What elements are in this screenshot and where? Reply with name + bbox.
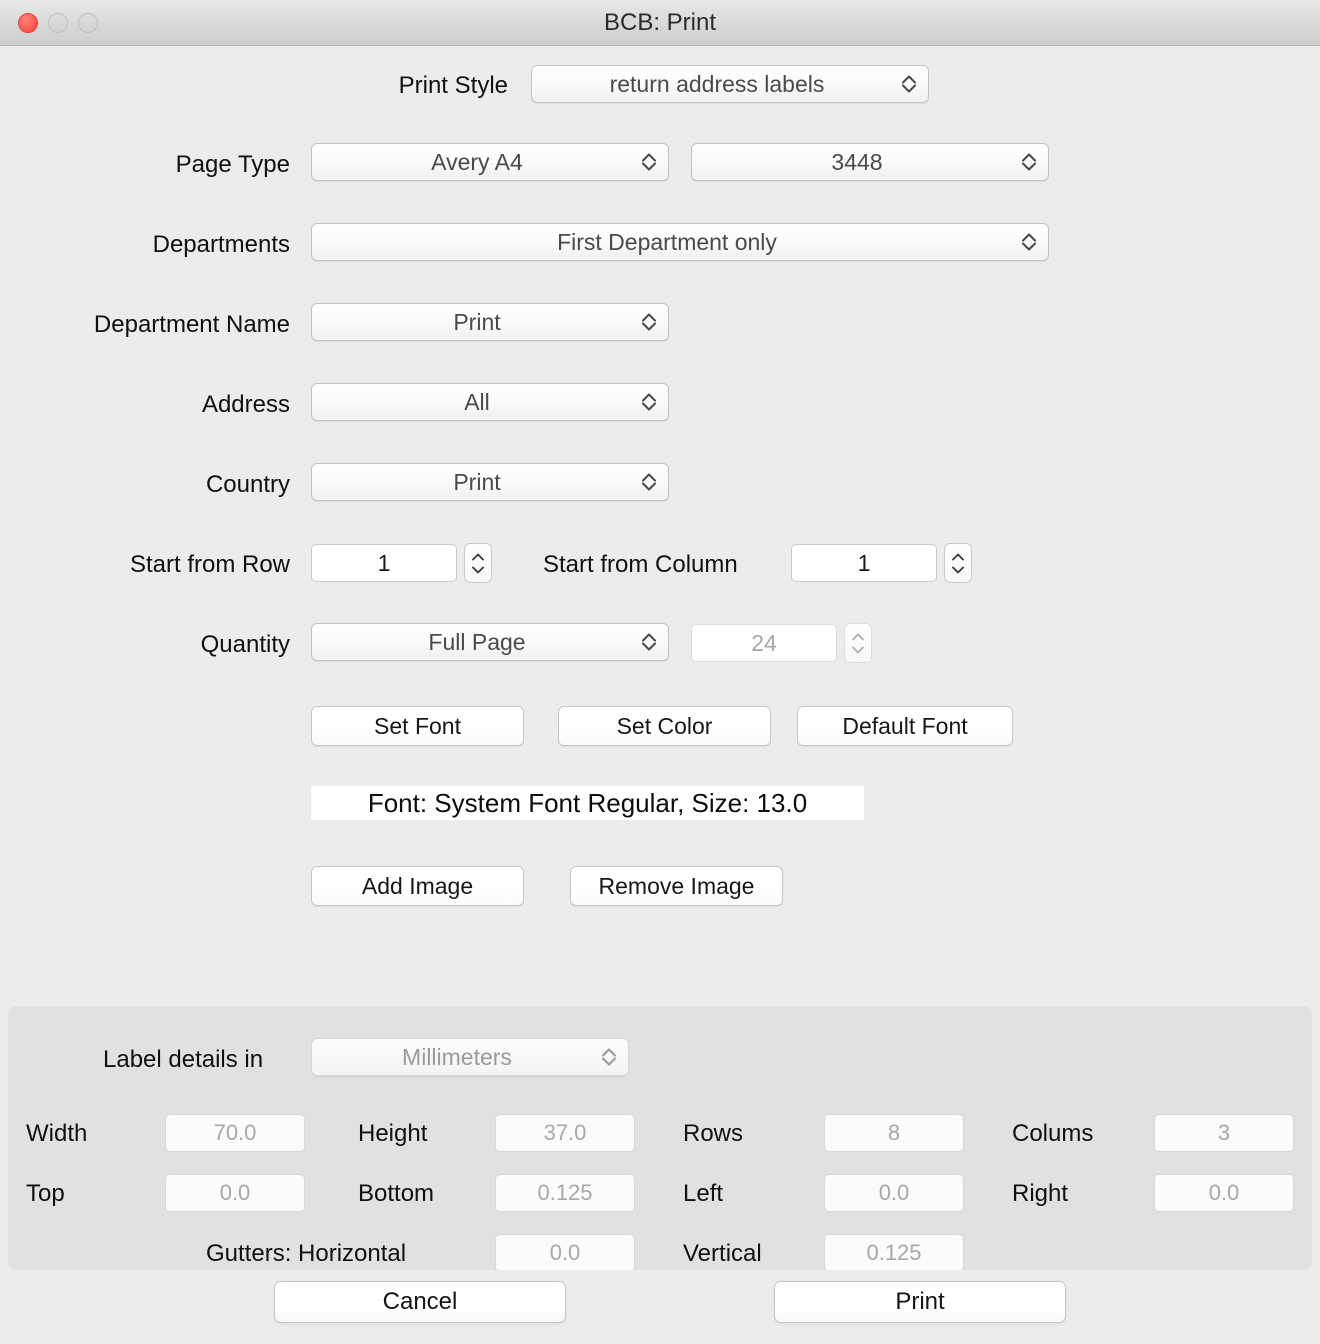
label-details-units-label: Label details in xyxy=(103,1046,264,1073)
start-from-row-input[interactable]: 1 xyxy=(311,544,457,582)
country-label: Country xyxy=(205,471,290,498)
quantity-mode-value: Full Page xyxy=(428,628,526,655)
address-value: All xyxy=(464,388,490,415)
quantity-count-input[interactable]: 24 xyxy=(691,624,837,662)
window-title: BCB: Print xyxy=(603,9,717,36)
start-from-row-stepper[interactable] xyxy=(464,543,492,583)
set-font-button[interactable]: Set Font xyxy=(311,706,524,746)
width-input[interactable]: 70.0 xyxy=(165,1114,305,1152)
start-from-row-label: Start from Row xyxy=(129,551,290,578)
gutters-vertical-input[interactable]: 0.125 xyxy=(824,1234,964,1270)
label-details-units-popup[interactable]: Millimeters xyxy=(311,1038,629,1076)
print-button[interactable]: Print xyxy=(774,1281,1066,1323)
departments-label: Departments xyxy=(152,231,290,258)
chevron-updown-icon xyxy=(1021,233,1037,251)
department-name-label: Department Name xyxy=(93,311,290,338)
bottom-margin-label: Bottom xyxy=(358,1180,435,1207)
gutters-vertical-label: Vertical xyxy=(683,1240,762,1267)
left-margin-label: Left xyxy=(683,1180,724,1207)
top-margin-label: Top xyxy=(26,1180,65,1207)
chevron-updown-icon xyxy=(641,473,657,491)
chevron-updown-icon xyxy=(641,313,657,331)
add-image-button[interactable]: Add Image xyxy=(311,866,524,906)
gutters-horizontal-input[interactable]: 0.0 xyxy=(495,1234,635,1270)
address-popup[interactable]: All xyxy=(311,383,669,421)
rows-input[interactable]: 8 xyxy=(824,1114,964,1152)
department-name-popup[interactable]: Print xyxy=(311,303,669,341)
font-status-label: Font: System Font Regular, Size: 13.0 xyxy=(311,786,864,820)
chevron-updown-icon xyxy=(641,153,657,171)
page-type-code-value: 3448 xyxy=(831,148,883,175)
print-style-label: Print Style xyxy=(398,72,508,99)
print-style-value: return address labels xyxy=(609,70,825,97)
chevron-updown-icon xyxy=(1021,153,1037,171)
width-label: Width xyxy=(26,1120,88,1147)
chevron-updown-icon xyxy=(641,633,657,651)
right-margin-input[interactable]: 0.0 xyxy=(1154,1174,1294,1212)
columns-label: Colums xyxy=(1012,1120,1094,1147)
default-font-button[interactable]: Default Font xyxy=(797,706,1013,746)
quantity-label: Quantity xyxy=(200,631,290,658)
cancel-button[interactable]: Cancel xyxy=(274,1281,566,1323)
page-type-brand-value: Avery A4 xyxy=(431,148,523,175)
page-type-label: Page Type xyxy=(175,151,290,178)
remove-image-button[interactable]: Remove Image xyxy=(570,866,783,906)
chevron-updown-icon xyxy=(641,393,657,411)
start-from-column-stepper[interactable] xyxy=(944,543,972,583)
print-style-popup[interactable]: return address labels xyxy=(531,65,929,103)
page-type-code-popup[interactable]: 3448 xyxy=(691,143,1049,181)
label-details-panel: Label details in Millimeters Width 70.0 … xyxy=(8,1006,1312,1270)
start-from-column-label: Start from Column xyxy=(543,551,738,578)
height-label: Height xyxy=(358,1120,428,1147)
rows-label: Rows xyxy=(683,1120,744,1147)
top-margin-input[interactable]: 0.0 xyxy=(165,1174,305,1212)
height-input[interactable]: 37.0 xyxy=(495,1114,635,1152)
bottom-margin-input[interactable]: 0.125 xyxy=(495,1174,635,1212)
label-details-units-value: Millimeters xyxy=(402,1043,512,1070)
start-from-column-input[interactable]: 1 xyxy=(791,544,937,582)
left-margin-input[interactable]: 0.0 xyxy=(824,1174,964,1212)
country-value: Print xyxy=(453,468,501,495)
departments-popup[interactable]: First Department only xyxy=(311,223,1049,261)
country-popup[interactable]: Print xyxy=(311,463,669,501)
departments-value: First Department only xyxy=(557,228,777,255)
window-titlebar: BCB: Print xyxy=(0,0,1320,46)
set-color-button[interactable]: Set Color xyxy=(558,706,771,746)
department-name-value: Print xyxy=(453,308,501,335)
gutters-horizontal-label: Gutters: Horizontal xyxy=(206,1240,407,1267)
quantity-mode-popup[interactable]: Full Page xyxy=(311,623,669,661)
chevron-updown-icon xyxy=(601,1048,617,1066)
chevron-updown-icon xyxy=(901,75,917,93)
page-type-brand-popup[interactable]: Avery A4 xyxy=(311,143,669,181)
columns-input[interactable]: 3 xyxy=(1154,1114,1294,1152)
right-margin-label: Right xyxy=(1012,1180,1069,1207)
quantity-count-stepper[interactable] xyxy=(844,623,872,663)
address-label: Address xyxy=(201,391,290,418)
